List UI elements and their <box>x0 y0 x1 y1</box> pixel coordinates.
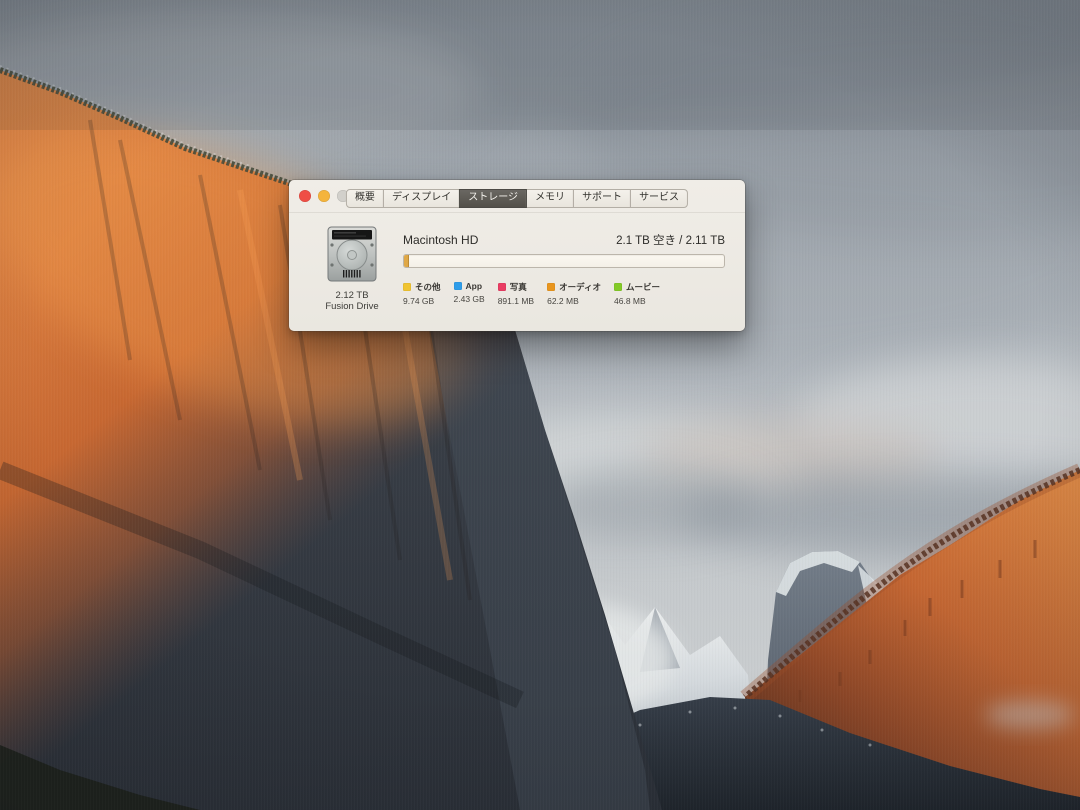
legend-item: オーディオ 62.2 MB <box>547 281 601 306</box>
legend-color-swatch <box>498 283 506 291</box>
legend-label: ムービー <box>626 281 660 293</box>
legend-color-swatch <box>614 283 622 291</box>
desktop: 概要ディスプレイストレージメモリサポートサービス <box>0 0 1080 810</box>
el-capitan-wallpaper <box>0 0 1080 810</box>
legend-label: その他 <box>415 281 441 293</box>
legend-value: 46.8 MB <box>614 296 660 306</box>
volume-header: Macintosh HD 2.1 TB 空き / 2.11 TB <box>403 232 725 248</box>
disk-item: 2.12 TB Fusion Drive <box>307 226 397 312</box>
storage-pane: 2.12 TB Fusion Drive Macintosh HD 2.1 TB… <box>289 180 745 331</box>
disk-name-label: Fusion Drive <box>307 301 397 312</box>
legend-label: オーディオ <box>559 281 601 293</box>
legend-value: 2.43 GB <box>454 294 485 304</box>
legend-color-swatch <box>547 283 555 291</box>
legend-label: 写真 <box>510 281 527 293</box>
legend-color-swatch <box>454 282 462 290</box>
legend-value: 9.74 GB <box>403 296 441 306</box>
legend-item: 写真 891.1 MB <box>498 281 534 306</box>
legend-item: その他 9.74 GB <box>403 281 441 306</box>
legend-label: App <box>466 281 483 291</box>
volume-free-summary: 2.1 TB 空き / 2.11 TB <box>616 232 725 248</box>
hard-drive-icon <box>327 226 377 282</box>
volume-panel: Macintosh HD 2.1 TB 空き / 2.11 TB その他 9.74… <box>403 232 725 306</box>
about-this-mac-window: 概要ディスプレイストレージメモリサポートサービス <box>289 180 745 331</box>
legend-item: App 2.43 GB <box>454 281 485 306</box>
legend-color-swatch <box>403 283 411 291</box>
disk-size-label: 2.12 TB <box>307 290 397 301</box>
storage-legend: その他 9.74 GB App 2.43 GB 写真 891.1 MB オーディオ 62.2 … <box>403 281 725 306</box>
storage-usage-used-segment <box>404 255 409 267</box>
volume-name: Macintosh HD <box>403 233 478 247</box>
legend-value: 891.1 MB <box>498 296 534 306</box>
legend-value: 62.2 MB <box>547 296 601 306</box>
legend-item: ムービー 46.8 MB <box>614 281 660 306</box>
storage-usage-bar <box>403 254 725 268</box>
